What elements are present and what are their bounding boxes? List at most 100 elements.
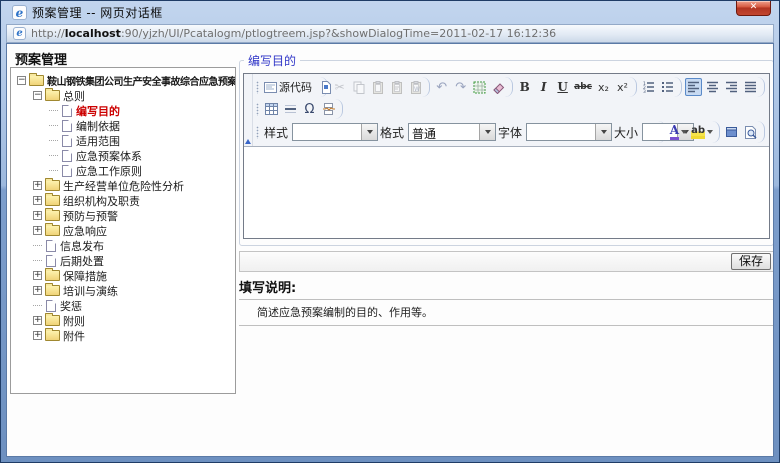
tree-item-label[interactable]: 应急工作原则 — [76, 163, 142, 179]
tree-item[interactable]: + 附件 — [11, 328, 235, 343]
tree-item[interactable]: − 鞍山钢铁集团公司生产安全事故综合应急预案 — [11, 73, 235, 88]
svg-text:W: W — [414, 86, 420, 93]
source-code-button[interactable]: 源代码 — [263, 78, 315, 96]
save-button[interactable]: 保存 — [731, 253, 771, 270]
tree-item-label[interactable]: 保障措施 — [63, 268, 107, 284]
style-dropdown[interactable] — [292, 123, 378, 141]
expand-node-icon[interactable]: + — [33, 286, 42, 295]
tree-item[interactable]: 后期处置 — [11, 253, 235, 268]
expand-node-icon[interactable]: + — [33, 211, 42, 220]
tree-item-label[interactable]: 奖惩 — [60, 298, 82, 314]
expand-node-icon[interactable]: + — [33, 316, 42, 325]
remove-format-button[interactable] — [490, 78, 507, 96]
chevron-down-icon[interactable] — [595, 124, 611, 140]
tree-item-label[interactable]: 培训与演练 — [63, 283, 118, 299]
tree-item-label[interactable]: 信息发布 — [60, 238, 104, 254]
size-label: 大小 — [614, 124, 638, 141]
justify-button[interactable] — [742, 78, 759, 96]
tree-item[interactable]: − 总则 — [11, 88, 235, 103]
expand-node-icon[interactable]: + — [33, 181, 42, 190]
tree-item-label[interactable]: 编写目的 — [76, 103, 120, 119]
folder-icon — [45, 225, 60, 236]
align-right-button[interactable] — [723, 78, 740, 96]
document-icon — [62, 120, 72, 132]
strikethrough-button[interactable]: abc — [573, 78, 593, 96]
maximize-button[interactable] — [723, 123, 740, 141]
tree-item-label[interactable]: 鞍山钢铁集团公司生产安全事故综合应急预案 — [47, 73, 236, 88]
toolbar-collapse-strip[interactable] — [244, 74, 253, 146]
tree-connector — [33, 260, 42, 261]
font-dropdown[interactable] — [526, 123, 612, 141]
tree-item[interactable]: + 预防与预警 — [11, 208, 235, 223]
paste-as-text-button — [388, 78, 405, 96]
chevron-down-icon[interactable] — [479, 124, 495, 140]
underline-button[interactable]: U — [554, 78, 571, 96]
chevron-down-icon[interactable] — [361, 124, 377, 140]
select-all-button[interactable] — [471, 78, 488, 96]
tree-item[interactable]: + 应急响应 — [11, 223, 235, 238]
preview-button[interactable] — [742, 123, 759, 141]
font-label: 字体 — [498, 124, 522, 141]
tree-item[interactable]: + 组织机构及职责 — [11, 193, 235, 208]
tree-item-label[interactable]: 组织机构及职责 — [63, 193, 140, 209]
tree-item[interactable]: 信息发布 — [11, 238, 235, 253]
tree-item[interactable]: 编制依据 — [11, 118, 235, 133]
expand-node-icon[interactable]: + — [33, 196, 42, 205]
tree-item-label[interactable]: 附则 — [63, 313, 85, 329]
close-button[interactable]: ✕ — [736, 1, 771, 16]
tree-item-label[interactable]: 编制依据 — [76, 118, 120, 134]
highlight-color-button[interactable]: ab — [690, 123, 714, 141]
expand-node-icon[interactable]: + — [33, 271, 42, 280]
editor-toolbar: 源代码 ✂ — [244, 74, 769, 147]
horizontal-rule-button[interactable] — [282, 100, 299, 118]
bold-button[interactable]: B — [516, 78, 533, 96]
format-dropdown[interactable]: 普通 — [408, 123, 496, 141]
bullet-list-button[interactable] — [659, 78, 676, 96]
ordered-list-button[interactable]: 123 — [640, 78, 657, 96]
tree-item[interactable]: 应急预案体系 — [11, 148, 235, 163]
page-break-button[interactable] — [320, 100, 337, 118]
italic-button[interactable]: I — [535, 78, 552, 96]
editor-panel: 编写目的 源代码 — [239, 52, 774, 326]
tree-item[interactable]: + 保障措施 — [11, 268, 235, 283]
tree-item-label[interactable]: 适用范围 — [76, 133, 120, 149]
redo-button[interactable]: ↷ — [452, 78, 469, 96]
tree-item[interactable]: 适用范围 — [11, 133, 235, 148]
tree-item[interactable]: 编写目的 — [11, 103, 235, 118]
tree-item-label[interactable]: 附件 — [63, 328, 85, 344]
align-left-button[interactable] — [685, 78, 702, 96]
eraser-icon — [492, 81, 505, 94]
tree-item[interactable]: 奖惩 — [11, 298, 235, 313]
tree-item[interactable]: + 生产经营单位危险性分析 — [11, 178, 235, 193]
special-char-button[interactable]: Ω — [301, 100, 318, 118]
tree-item[interactable]: 应急工作原则 — [11, 163, 235, 178]
collapse-node-icon[interactable]: − — [33, 91, 42, 100]
collapse-toolbar-icon[interactable] — [245, 139, 251, 144]
tree-item[interactable]: + 附则 — [11, 313, 235, 328]
tree-item-label[interactable]: 后期处置 — [60, 253, 104, 269]
tree-item-label[interactable]: 生产经营单位危险性分析 — [63, 178, 184, 194]
toolbar-group-insert: Ω — [255, 99, 343, 119]
editor-content-area[interactable] — [244, 147, 769, 238]
tree-item[interactable]: + 培训与演练 — [11, 283, 235, 298]
expand-node-icon[interactable]: + — [33, 226, 42, 235]
document-icon — [62, 165, 72, 177]
tree-item-label[interactable]: 总则 — [63, 88, 85, 104]
toolbar-group-tools — [722, 121, 765, 143]
subscript-button[interactable]: x₂ — [595, 78, 612, 96]
collapse-node-icon[interactable]: − — [17, 76, 26, 85]
align-center-button[interactable] — [704, 78, 721, 96]
document-icon — [46, 240, 56, 252]
paste-from-word-button: W — [407, 78, 424, 96]
superscript-button[interactable]: x² — [614, 78, 631, 96]
tree-item-label[interactable]: 预防与预警 — [63, 208, 118, 224]
url-host: localhost — [65, 27, 121, 40]
undo-button[interactable]: ↶ — [433, 78, 450, 96]
insert-table-button[interactable] — [263, 100, 280, 118]
tree-item-label[interactable]: 应急预案体系 — [76, 148, 142, 164]
folder-icon — [45, 195, 60, 206]
tree-item-label[interactable]: 应急响应 — [63, 223, 107, 239]
text-color-button[interactable]: A — [669, 123, 688, 141]
ordered-list-icon: 123 — [642, 81, 655, 93]
expand-node-icon[interactable]: + — [33, 331, 42, 340]
